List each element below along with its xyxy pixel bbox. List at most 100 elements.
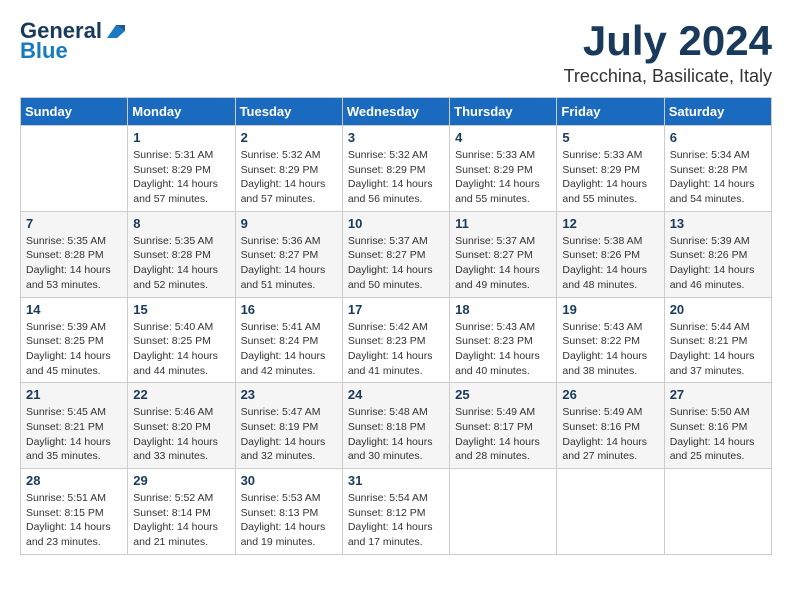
calendar-cell: 20 Sunrise: 5:44 AM Sunset: 8:21 PM Dayli…: [664, 297, 771, 383]
day-info: Sunrise: 5:52 AM Sunset: 8:14 PM Dayligh…: [133, 491, 229, 550]
day-number: 4: [455, 130, 551, 145]
day-number: 8: [133, 216, 229, 231]
day-info: Sunrise: 5:48 AM Sunset: 8:18 PM Dayligh…: [348, 405, 444, 464]
day-number: 10: [348, 216, 444, 231]
calendar-cell: 5 Sunrise: 5:33 AM Sunset: 8:29 PM Daylig…: [557, 126, 664, 212]
calendar-cell: 21Sunrise: 5:45 AM Sunset: 8:21 PM Dayli…: [21, 383, 128, 469]
day-info: Sunrise: 5:37 AM Sunset: 8:27 PM Dayligh…: [348, 234, 444, 293]
day-info: Sunrise: 5:33 AM Sunset: 8:29 PM Dayligh…: [562, 148, 658, 207]
calendar-week-row: 1 Sunrise: 5:31 AM Sunset: 8:29 PM Daylig…: [21, 126, 772, 212]
day-number: 23: [241, 387, 337, 402]
weekday-header-friday: Friday: [557, 98, 664, 126]
day-info: Sunrise: 5:50 AM Sunset: 8:16 PM Dayligh…: [670, 405, 766, 464]
calendar-cell: 1 Sunrise: 5:31 AM Sunset: 8:29 PM Daylig…: [128, 126, 235, 212]
day-number: 15: [133, 302, 229, 317]
calendar-week-row: 21Sunrise: 5:45 AM Sunset: 8:21 PM Dayli…: [21, 383, 772, 469]
day-number: 3: [348, 130, 444, 145]
day-number: 28: [26, 473, 122, 488]
calendar-cell: 16 Sunrise: 5:41 AM Sunset: 8:24 PM Dayli…: [235, 297, 342, 383]
logo: General Blue: [20, 20, 126, 64]
day-info: Sunrise: 5:35 AM Sunset: 8:28 PM Dayligh…: [26, 234, 122, 293]
day-number: 7: [26, 216, 122, 231]
day-info: Sunrise: 5:45 AM Sunset: 8:21 PM Dayligh…: [26, 405, 122, 464]
day-number: 6: [670, 130, 766, 145]
calendar-cell: [664, 469, 771, 555]
day-info: Sunrise: 5:49 AM Sunset: 8:16 PM Dayligh…: [562, 405, 658, 464]
calendar-cell: 19 Sunrise: 5:43 AM Sunset: 8:22 PM Dayli…: [557, 297, 664, 383]
calendar-cell: [557, 469, 664, 555]
calendar-cell: 14 Sunrise: 5:39 AM Sunset: 8:25 PM Dayli…: [21, 297, 128, 383]
day-info: Sunrise: 5:37 AM Sunset: 8:27 PM Dayligh…: [455, 234, 551, 293]
day-info: Sunrise: 5:32 AM Sunset: 8:29 PM Dayligh…: [348, 148, 444, 207]
logo-blue-text: Blue: [20, 38, 68, 64]
day-info: Sunrise: 5:38 AM Sunset: 8:26 PM Dayligh…: [562, 234, 658, 293]
calendar-cell: 2 Sunrise: 5:32 AM Sunset: 8:29 PM Daylig…: [235, 126, 342, 212]
day-number: 27: [670, 387, 766, 402]
calendar-cell: 12 Sunrise: 5:38 AM Sunset: 8:26 PM Dayli…: [557, 211, 664, 297]
day-info: Sunrise: 5:34 AM Sunset: 8:28 PM Dayligh…: [670, 148, 766, 207]
weekday-header-sunday: Sunday: [21, 98, 128, 126]
day-info: Sunrise: 5:46 AM Sunset: 8:20 PM Dayligh…: [133, 405, 229, 464]
day-info: Sunrise: 5:35 AM Sunset: 8:28 PM Dayligh…: [133, 234, 229, 293]
calendar-cell: 10 Sunrise: 5:37 AM Sunset: 8:27 PM Dayli…: [342, 211, 449, 297]
day-info: Sunrise: 5:43 AM Sunset: 8:22 PM Dayligh…: [562, 320, 658, 379]
weekday-header-saturday: Saturday: [664, 98, 771, 126]
calendar-cell: 15 Sunrise: 5:40 AM Sunset: 8:25 PM Dayli…: [128, 297, 235, 383]
day-info: Sunrise: 5:31 AM Sunset: 8:29 PM Dayligh…: [133, 148, 229, 207]
day-number: 29: [133, 473, 229, 488]
calendar-cell: 22Sunrise: 5:46 AM Sunset: 8:20 PM Dayli…: [128, 383, 235, 469]
calendar-week-row: 7 Sunrise: 5:35 AM Sunset: 8:28 PM Daylig…: [21, 211, 772, 297]
month-year-title: July 2024: [564, 20, 772, 62]
calendar-cell: 8 Sunrise: 5:35 AM Sunset: 8:28 PM Daylig…: [128, 211, 235, 297]
day-info: Sunrise: 5:54 AM Sunset: 8:12 PM Dayligh…: [348, 491, 444, 550]
day-number: 24: [348, 387, 444, 402]
location-subtitle: Trecchina, Basilicate, Italy: [564, 66, 772, 87]
calendar-cell: 7 Sunrise: 5:35 AM Sunset: 8:28 PM Daylig…: [21, 211, 128, 297]
calendar-table: SundayMondayTuesdayWednesdayThursdayFrid…: [20, 97, 772, 555]
weekday-header-wednesday: Wednesday: [342, 98, 449, 126]
calendar-cell: 29 Sunrise: 5:52 AM Sunset: 8:14 PM Dayli…: [128, 469, 235, 555]
day-info: Sunrise: 5:43 AM Sunset: 8:23 PM Dayligh…: [455, 320, 551, 379]
calendar-week-row: 14 Sunrise: 5:39 AM Sunset: 8:25 PM Dayli…: [21, 297, 772, 383]
day-number: 5: [562, 130, 658, 145]
day-number: 2: [241, 130, 337, 145]
day-number: 19: [562, 302, 658, 317]
calendar-cell: [21, 126, 128, 212]
day-info: Sunrise: 5:32 AM Sunset: 8:29 PM Dayligh…: [241, 148, 337, 207]
day-info: Sunrise: 5:44 AM Sunset: 8:21 PM Dayligh…: [670, 320, 766, 379]
calendar-cell: 31 Sunrise: 5:54 AM Sunset: 8:12 PM Dayli…: [342, 469, 449, 555]
day-info: Sunrise: 5:41 AM Sunset: 8:24 PM Dayligh…: [241, 320, 337, 379]
day-number: 20: [670, 302, 766, 317]
calendar-week-row: 28Sunrise: 5:51 AM Sunset: 8:15 PM Dayli…: [21, 469, 772, 555]
calendar-cell: 28Sunrise: 5:51 AM Sunset: 8:15 PM Dayli…: [21, 469, 128, 555]
day-number: 17: [348, 302, 444, 317]
day-info: Sunrise: 5:36 AM Sunset: 8:27 PM Dayligh…: [241, 234, 337, 293]
day-info: Sunrise: 5:47 AM Sunset: 8:19 PM Dayligh…: [241, 405, 337, 464]
day-number: 25: [455, 387, 551, 402]
day-number: 9: [241, 216, 337, 231]
day-info: Sunrise: 5:33 AM Sunset: 8:29 PM Dayligh…: [455, 148, 551, 207]
page-header: General Blue July 2024 Trecchina, Basili…: [20, 20, 772, 87]
weekday-header-row: SundayMondayTuesdayWednesdayThursdayFrid…: [21, 98, 772, 126]
weekday-header-tuesday: Tuesday: [235, 98, 342, 126]
calendar-cell: 27 Sunrise: 5:50 AM Sunset: 8:16 PM Dayli…: [664, 383, 771, 469]
day-info: Sunrise: 5:39 AM Sunset: 8:25 PM Dayligh…: [26, 320, 122, 379]
calendar-cell: 9 Sunrise: 5:36 AM Sunset: 8:27 PM Daylig…: [235, 211, 342, 297]
day-number: 31: [348, 473, 444, 488]
day-number: 12: [562, 216, 658, 231]
calendar-cell: 24 Sunrise: 5:48 AM Sunset: 8:18 PM Dayli…: [342, 383, 449, 469]
calendar-cell: 6 Sunrise: 5:34 AM Sunset: 8:28 PM Daylig…: [664, 126, 771, 212]
weekday-header-thursday: Thursday: [450, 98, 557, 126]
day-number: 1: [133, 130, 229, 145]
calendar-cell: 18 Sunrise: 5:43 AM Sunset: 8:23 PM Dayli…: [450, 297, 557, 383]
day-number: 11: [455, 216, 551, 231]
calendar-cell: 30Sunrise: 5:53 AM Sunset: 8:13 PM Dayli…: [235, 469, 342, 555]
day-number: 13: [670, 216, 766, 231]
day-number: 18: [455, 302, 551, 317]
day-number: 16: [241, 302, 337, 317]
day-info: Sunrise: 5:40 AM Sunset: 8:25 PM Dayligh…: [133, 320, 229, 379]
weekday-header-monday: Monday: [128, 98, 235, 126]
calendar-cell: 3 Sunrise: 5:32 AM Sunset: 8:29 PM Daylig…: [342, 126, 449, 212]
day-number: 14: [26, 302, 122, 317]
day-number: 30: [241, 473, 337, 488]
